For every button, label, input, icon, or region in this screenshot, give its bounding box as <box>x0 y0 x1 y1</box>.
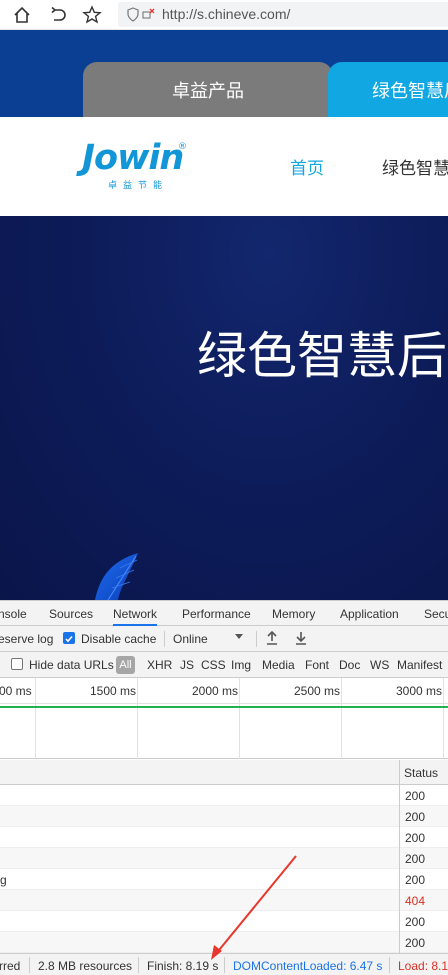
network-timeline[interactable]: 00 ms 1500 ms 2000 ms 2500 ms 3000 ms <box>0 678 448 759</box>
timeline-tick: 2500 ms <box>294 684 341 698</box>
request-status: 200 <box>405 831 426 845</box>
address-bar[interactable]: http://s.chineve.com/ <box>118 2 448 27</box>
timeline-gridline <box>443 678 444 759</box>
throttle-select[interactable]: Online <box>173 632 208 646</box>
timeline-gridline <box>137 678 138 759</box>
request-status: 200 <box>405 915 426 929</box>
tab-sources[interactable]: Sources <box>49 607 93 621</box>
export-har-icon[interactable] <box>295 630 307 649</box>
table-row[interactable]: 200 <box>0 785 448 806</box>
table-row[interactable]: 200 <box>0 911 448 932</box>
tab-security[interactable]: Secu <box>424 607 448 621</box>
tab-products[interactable]: 卓益产品 <box>83 62 333 117</box>
home-icon[interactable] <box>11 4 33 26</box>
star-icon[interactable] <box>81 4 103 26</box>
import-har-icon[interactable] <box>266 630 278 649</box>
site-navbar: Jowin ® 卓益节能 首页 绿色智慧 <box>0 117 448 216</box>
timeline-gridline <box>341 678 342 759</box>
summary-divider <box>389 957 390 973</box>
filter-manifest[interactable]: Manifest <box>397 658 442 672</box>
hide-data-urls-checkbox[interactable] <box>11 658 23 670</box>
request-status: 200 <box>405 810 426 824</box>
devtools-tabs: nsole Sources Network Performance Memory… <box>0 600 448 626</box>
hero-banner: 绿色智慧后 <box>0 216 448 600</box>
summary-bar: rred 2.8 MB resources Finish: 8.19 s DOM… <box>0 953 448 975</box>
timeline-gridline <box>35 678 36 759</box>
jowin-logo[interactable]: Jowin ® 卓益节能 <box>82 138 192 194</box>
request-status: 200 <box>405 936 426 950</box>
filter-font[interactable]: Font <box>305 658 329 672</box>
devtools-panel: nsole Sources Network Performance Memory… <box>0 600 448 975</box>
timeline-tick: 1500 ms <box>90 684 137 698</box>
table-row[interactable]: 200 <box>0 827 448 848</box>
tab-memory[interactable]: Memory <box>272 607 315 621</box>
disable-cache-label[interactable]: Disable cache <box>81 632 156 646</box>
column-divider[interactable] <box>399 760 400 953</box>
undo-icon[interactable] <box>47 4 69 26</box>
filter-img[interactable]: Img <box>231 658 251 672</box>
table-row[interactable]: 200 <box>0 806 448 827</box>
timeline-tick: 3000 ms <box>396 684 443 698</box>
filter-ws[interactable]: WS <box>370 658 389 672</box>
leaf-graphic <box>95 553 138 600</box>
resources-size: 2.8 MB resources <box>38 959 133 973</box>
filter-xhr[interactable]: XHR <box>147 658 172 672</box>
nav-home-link[interactable]: 首页 <box>290 154 324 179</box>
nav-green-smart-link[interactable]: 绿色智慧 <box>382 154 448 179</box>
logo-subtitle: 卓益节能 <box>108 181 169 191</box>
toolbar-divider <box>164 631 165 647</box>
table-row[interactable]: 200 <box>0 848 448 869</box>
browser-toolbar: http://s.chineve.com/ <box>0 0 448 30</box>
summary-divider <box>29 957 30 973</box>
tab-application[interactable]: Application <box>340 607 399 621</box>
load-time: Load: 8.17 <box>398 959 448 973</box>
summary-divider <box>138 957 139 973</box>
tab-network[interactable]: Network <box>113 607 158 626</box>
finish-time: Finish: 8.19 s <box>147 959 219 973</box>
request-status: 200 <box>405 789 426 803</box>
timeline-tick: 00 ms <box>0 684 32 698</box>
filter-doc[interactable]: Doc <box>339 658 360 672</box>
web-page: 卓益产品 绿色智慧后 Jowin ® 卓益节能 首页 绿色智慧 绿色智慧后 <box>0 30 448 600</box>
status-column-header[interactable]: Status <box>404 766 438 780</box>
tab-green-smart[interactable]: 绿色智慧后 <box>328 62 448 117</box>
disable-cache-checkbox[interactable] <box>63 632 75 644</box>
request-name: g <box>0 873 7 887</box>
hide-data-urls-label[interactable]: Hide data URLs <box>29 658 114 672</box>
filter-bar: Hide data URLs All XHR JS CSS Img Media … <box>0 652 448 678</box>
toolbar-divider <box>256 631 257 647</box>
request-status: 200 <box>405 873 426 887</box>
shield-icon <box>126 7 156 26</box>
table-row[interactable]: g 200 <box>0 869 448 890</box>
request-status: 404 <box>405 894 426 908</box>
table-header: Status <box>0 760 448 785</box>
filter-js[interactable]: JS <box>180 658 194 672</box>
filter-media[interactable]: Media <box>262 658 295 672</box>
table-row[interactable]: 404 <box>0 890 448 911</box>
chevron-down-icon[interactable] <box>234 630 244 645</box>
tab-console[interactable]: nsole <box>0 607 27 621</box>
filter-css[interactable]: CSS <box>201 658 226 672</box>
request-status: 200 <box>405 852 426 866</box>
filter-all[interactable]: All <box>116 656 135 674</box>
table-row[interactable]: 200 <box>0 932 448 953</box>
network-toolbar: eserve log Disable cache Online <box>0 626 448 652</box>
preserve-log-label[interactable]: eserve log <box>0 632 53 646</box>
logo-wordmark: Jowin <box>82 138 184 178</box>
timeline-tick: 2000 ms <box>192 684 239 698</box>
requests-table: Status 200 200 200 200 g 200 404 200 200 <box>0 760 448 953</box>
logo-registered-mark: ® <box>178 142 187 152</box>
timeline-gridline <box>239 678 240 759</box>
summary-divider <box>224 957 225 973</box>
domcontentloaded-time: DOMContentLoaded: 6.47 s <box>233 959 383 973</box>
timeline-activity-bar <box>0 706 448 708</box>
transferred-size: rred <box>0 959 21 973</box>
timeline-divider <box>0 703 448 704</box>
tab-performance[interactable]: Performance <box>182 607 251 621</box>
url-text: http://s.chineve.com/ <box>162 6 291 22</box>
